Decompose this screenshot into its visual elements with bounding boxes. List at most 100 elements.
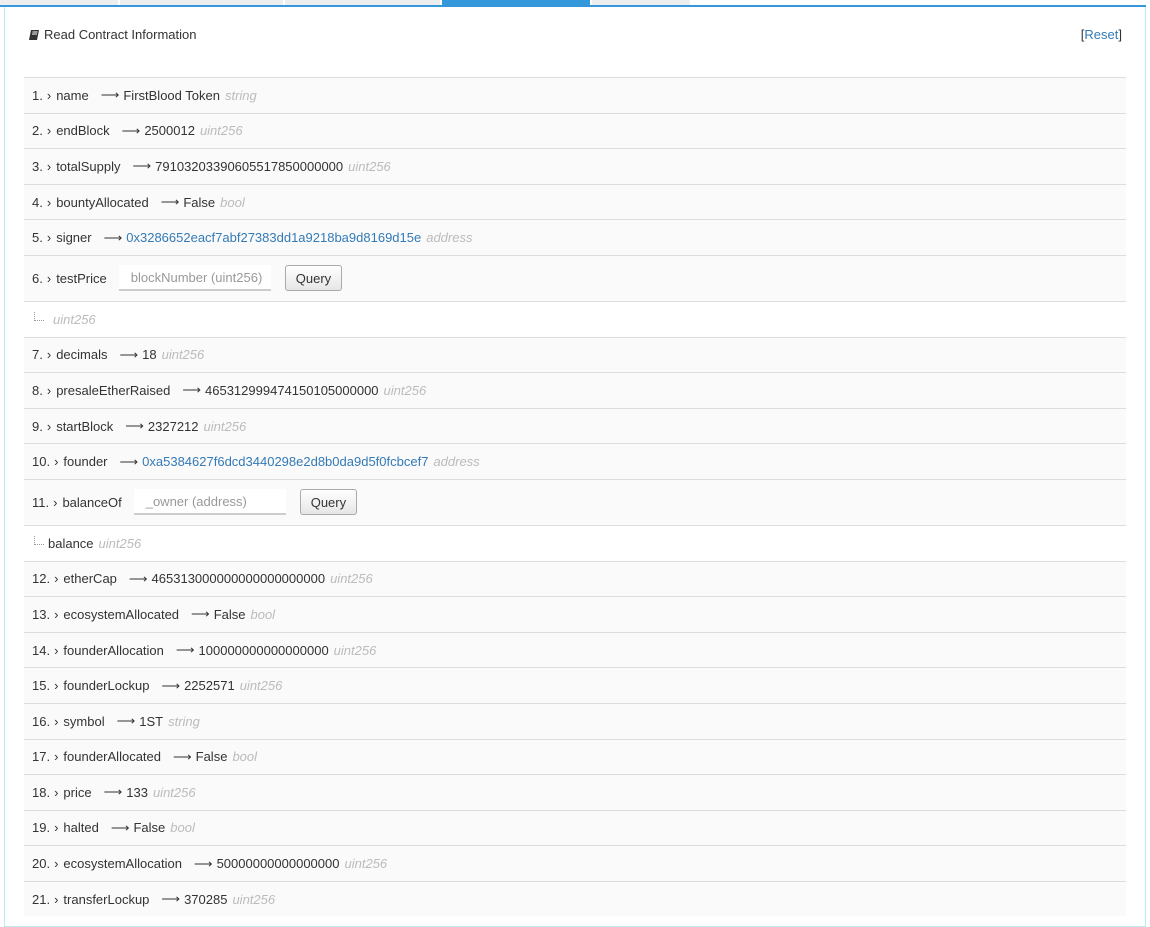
output-type: uint256 [98, 535, 142, 551]
function-name: ecosystemAllocation [63, 856, 182, 872]
function-value: FirstBlood Token [123, 87, 220, 103]
row-index: 9. [32, 418, 43, 434]
address-link[interactable]: 0x3286652eacf7abf27383dd1a9218ba9d8169d1… [126, 230, 421, 245]
row-index: 20. [32, 856, 51, 872]
arrow-right-icon: ⟶ [121, 122, 141, 138]
contract-function-list: 1. › name ⟶ FirstBlood Token string 2. ›… [24, 77, 1126, 917]
tab-bar [0, 0, 1150, 7]
arrow-right-icon: ⟶ [182, 382, 202, 398]
function-row: 13. › ecosystemAllocated ⟶ False bool [24, 596, 1126, 632]
value-type: bool [220, 194, 245, 210]
value-type: bool [170, 820, 195, 836]
function-row: 12. › etherCap ⟶ 46531300000000000000000… [24, 560, 1126, 597]
chevron-right-icon: › [53, 494, 58, 510]
function-param-input[interactable]: blockNumber (uint256) [118, 265, 271, 292]
row-index: 4. [32, 194, 43, 210]
function-name: ecosystemAllocated [63, 606, 180, 622]
address-link[interactable]: 0xa5384627f6dcd3440298e2d8b0da9d5f0fcbce… [142, 454, 428, 469]
function-row: 10. › founder ⟶ 0xa5384627f6dcd3440298e2… [24, 443, 1126, 479]
chevron-right-icon: › [46, 158, 52, 174]
query-button[interactable]: Query [284, 265, 343, 292]
value-type: bool [250, 606, 276, 622]
arrow-right-icon: ⟶ [103, 229, 123, 245]
function-output-row: uint256 [24, 300, 1126, 337]
function-value: 465313000000000000000000 [151, 571, 326, 587]
function-row: 5. › signer ⟶ 0x3286652eacf7abf27383dd1a… [24, 219, 1126, 255]
function-row: 14. › founderAllocation ⟶ 10000000000000… [24, 631, 1126, 668]
function-name: transferLockup [63, 891, 150, 907]
value-type: uint256 [344, 856, 388, 872]
chevron-right-icon: › [54, 454, 59, 470]
chevron-right-icon: › [54, 571, 59, 587]
row-index: 1. [32, 87, 43, 103]
function-name: etherCap [63, 571, 117, 587]
function-name: name [56, 87, 89, 103]
function-row: 3. › totalSupply ⟶ 791032033906055178500… [24, 148, 1126, 184]
row-index: 6. [32, 270, 43, 286]
page-title: Read Contract Information [44, 27, 197, 42]
chevron-right-icon: › [54, 784, 59, 800]
function-value: 370285 [184, 891, 228, 907]
function-row: 19. › halted ⟶ False bool [24, 809, 1126, 846]
chevron-right-icon: › [54, 820, 59, 836]
function-row: 7. › decimals ⟶ 18 uint256 [24, 336, 1126, 373]
output-type: uint256 [53, 311, 96, 327]
reset-label[interactable]: Reset [1084, 27, 1118, 42]
chevron-right-icon: › [46, 270, 52, 286]
function-value: False [133, 820, 166, 836]
row-index: 15. [32, 678, 51, 694]
function-row: 4. › bountyAllocated ⟶ False bool [24, 183, 1126, 220]
function-value: 2327212 [147, 418, 199, 434]
value-type: uint256 [383, 382, 427, 398]
value-type: string [224, 87, 257, 103]
reset-link[interactable]: [Reset] [1081, 27, 1122, 42]
function-value: False [195, 749, 228, 765]
function-value: 100000000000000000 [198, 642, 329, 658]
row-index: 11. [32, 494, 50, 510]
function-value: False [183, 194, 216, 210]
arrow-right-icon: ⟶ [128, 570, 148, 586]
arrow-right-icon: ⟶ [125, 418, 144, 434]
arrow-right-icon: ⟶ [100, 87, 120, 103]
arrow-right-icon: ⟶ [160, 194, 180, 210]
function-row: 8. › presaleEtherRaised ⟶ 46531299947415… [24, 372, 1126, 408]
output-name: balance [48, 535, 94, 551]
input-placeholder: blockNumber (uint256) [130, 269, 263, 285]
function-name: founderLockup [63, 678, 150, 694]
row-index: 18. [32, 784, 51, 800]
chevron-right-icon: › [54, 891, 59, 907]
function-name: founderAllocated [63, 749, 161, 765]
arrow-right-icon: ⟶ [119, 346, 139, 362]
arrow-right-icon: ⟶ [110, 819, 130, 835]
function-name: signer [56, 230, 92, 246]
function-value: 50000000000000000 [216, 856, 340, 872]
value-type: bool [232, 749, 258, 765]
function-row: 20. › ecosystemAllocation ⟶ 500000000000… [24, 845, 1126, 881]
function-output-row: balance uint256 [24, 524, 1126, 561]
function-name: symbol [63, 713, 105, 729]
value-type: uint256 [203, 418, 247, 434]
function-value: 18 [142, 347, 157, 363]
arrow-right-icon: ⟶ [161, 677, 181, 693]
function-name: founderAllocation [63, 642, 164, 658]
function-name: startBlock [56, 418, 114, 434]
row-index: 13. [32, 606, 51, 622]
arrow-right-icon: ⟶ [119, 453, 139, 469]
value-type: address [426, 230, 473, 246]
function-name: totalSupply [56, 158, 121, 174]
function-row: 9. › startBlock ⟶ 2327212 uint256 [24, 407, 1126, 444]
value-type: uint256 [161, 347, 205, 363]
panel-header: Read Contract Information [28, 27, 196, 42]
arrow-right-icon: ⟶ [161, 891, 181, 907]
row-index: 5. [32, 230, 43, 246]
function-row: 1. › name ⟶ FirstBlood Token string [24, 77, 1126, 113]
chevron-right-icon: › [54, 642, 59, 658]
query-button[interactable]: Query [299, 489, 358, 516]
function-param-input[interactable]: _owner (address) [133, 489, 286, 516]
function-value: 465312999474150105000000 [205, 382, 379, 398]
value-type: uint256 [239, 678, 283, 694]
input-placeholder: _owner (address) [145, 493, 247, 509]
function-name: testPrice [56, 270, 107, 286]
chevron-right-icon: › [54, 606, 59, 622]
row-index: 10. [32, 454, 51, 470]
